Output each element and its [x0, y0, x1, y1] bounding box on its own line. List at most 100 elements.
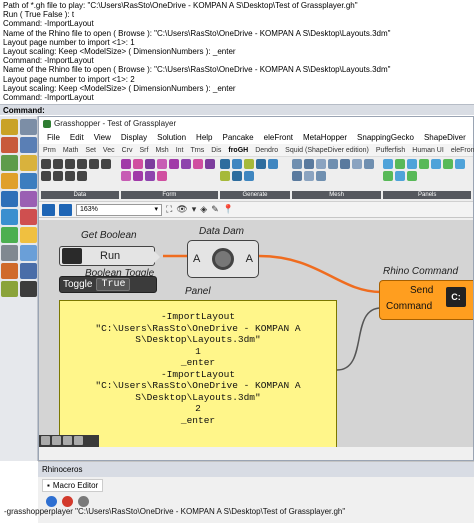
form-icon[interactable]	[144, 159, 155, 169]
arc-icon[interactable]	[20, 155, 37, 171]
menu-view[interactable]: View	[94, 133, 111, 142]
curve-icon[interactable]	[1, 137, 18, 153]
form-icon[interactable]	[180, 159, 191, 169]
menu-display[interactable]: Display	[121, 133, 147, 142]
xml-write-icon[interactable]	[41, 171, 51, 181]
json-parse-icon[interactable]	[65, 159, 75, 169]
panel-tool-icon[interactable]	[419, 159, 430, 169]
mesh-tool-icon[interactable]	[363, 159, 374, 169]
open-file-icon[interactable]	[42, 203, 55, 216]
run-macro-icon[interactable]	[46, 495, 57, 507]
text-icon[interactable]	[20, 227, 37, 243]
panel-tool-icon[interactable]	[383, 171, 394, 181]
menu-solution[interactable]: Solution	[157, 133, 186, 142]
stop-macro-icon[interactable]	[62, 495, 73, 507]
menu-snappinggecko[interactable]: SnappingGecko	[357, 133, 414, 142]
menu-file[interactable]: File	[47, 133, 60, 142]
mesh-icon[interactable]	[1, 227, 18, 243]
drafting-icon[interactable]	[20, 281, 37, 297]
panel-tool-icon[interactable]	[383, 159, 394, 169]
menu-metahopper[interactable]: MetaHopper	[303, 133, 347, 142]
mesh-tool-icon[interactable]	[315, 171, 326, 181]
sketch-icon[interactable]: ✎	[211, 204, 219, 215]
menu-pancake[interactable]: Pancake	[223, 133, 254, 142]
data-dam-input-port[interactable]: A	[193, 253, 200, 265]
generate-icon[interactable]	[268, 159, 279, 169]
form-icon[interactable]	[168, 159, 179, 169]
json-write-icon[interactable]	[77, 159, 87, 169]
mesh-tool-icon[interactable]	[303, 159, 314, 169]
mesh-tool-icon[interactable]	[291, 171, 302, 181]
generate-icon[interactable]	[244, 171, 255, 181]
form-icon[interactable]	[156, 159, 167, 169]
form-icon[interactable]	[132, 171, 143, 181]
polygon-icon[interactable]	[20, 173, 37, 189]
menu-elefront[interactable]: eleFront	[264, 133, 293, 142]
widget-icon[interactable]	[63, 436, 72, 445]
data-dam-output-port[interactable]: A	[246, 253, 253, 265]
xml-icon[interactable]	[53, 159, 63, 169]
send-input-port[interactable]: Send	[410, 285, 433, 296]
mesh-tool-icon[interactable]	[291, 159, 302, 169]
generate-icon[interactable]	[220, 171, 231, 181]
tab-squid[interactable]: Squid (ShapeDiver edition)	[285, 147, 369, 154]
form-icon[interactable]	[132, 159, 143, 169]
get-boolean-component[interactable]: Run	[59, 246, 160, 266]
generate-icon[interactable]	[232, 171, 243, 181]
solid-icon[interactable]	[20, 191, 37, 207]
rhino-command-component[interactable]: Send Command C:	[379, 280, 473, 320]
form-icon[interactable]	[156, 171, 167, 181]
box-icon[interactable]	[1, 209, 18, 225]
tab-math[interactable]: Math	[63, 147, 79, 154]
tab-srf[interactable]: Srf	[140, 147, 149, 154]
tab-trns[interactable]: Trns	[190, 147, 204, 154]
tab-dis[interactable]: Dis	[211, 147, 221, 154]
tab-pufferfish[interactable]: Pufferfish	[376, 147, 405, 154]
widget-icon[interactable]	[41, 436, 50, 445]
command-input-port[interactable]: Command	[386, 301, 432, 312]
panel-tool-icon[interactable]	[395, 171, 406, 181]
json-tree-icon[interactable]	[65, 171, 75, 181]
preview-mode-icon[interactable]: ▾	[192, 204, 197, 215]
widget-icon[interactable]	[52, 436, 61, 445]
wire-display-icon[interactable]: ◈	[200, 204, 207, 215]
data-dam-component[interactable]: A A	[187, 240, 259, 278]
json-icon[interactable]	[41, 159, 51, 169]
tab-dendro[interactable]: Dendro	[255, 147, 278, 154]
tab-elefront[interactable]: eleFront	[451, 147, 474, 154]
save-file-icon[interactable]	[59, 203, 72, 216]
polyline-icon[interactable]	[20, 137, 37, 153]
tab-vec[interactable]: Vec	[103, 147, 115, 154]
toggle-value[interactable]: True	[96, 278, 131, 291]
select-icon[interactable]	[1, 119, 18, 135]
text-panel[interactable]: -ImportLayout "C:\Users\RasSto\OneDrive …	[59, 300, 337, 447]
command-prompt[interactable]: Command:	[0, 104, 474, 115]
tab-human-ui[interactable]: Human UI	[412, 147, 444, 154]
mesh-tool-icon[interactable]	[315, 159, 326, 169]
widget-icon[interactable]	[74, 436, 83, 445]
mesh-tool-icon[interactable]	[339, 159, 350, 169]
menu-edit[interactable]: Edit	[70, 133, 84, 142]
render-icon[interactable]	[1, 281, 18, 297]
menu-help[interactable]: Help	[196, 133, 212, 142]
xml-query-icon[interactable]	[53, 171, 63, 181]
tab-msh[interactable]: Msh	[155, 147, 168, 154]
panel-tool-icon[interactable]	[431, 159, 442, 169]
sphere-icon[interactable]	[20, 209, 37, 225]
surface-icon[interactable]	[1, 191, 18, 207]
tab-set[interactable]: Set	[85, 147, 96, 154]
generate-icon[interactable]	[244, 159, 255, 169]
analyze-icon[interactable]	[20, 263, 37, 279]
form-icon[interactable]	[120, 159, 131, 169]
generate-icon[interactable]	[232, 159, 243, 169]
xml-tree-icon[interactable]	[77, 171, 87, 181]
tab-crv[interactable]: Crv	[122, 147, 133, 154]
dimension-icon[interactable]	[1, 245, 18, 261]
panel-tool-icon[interactable]	[407, 171, 418, 181]
boolean-toggle[interactable]: Toggle True	[59, 276, 157, 293]
zoom-extents-icon[interactable]: ⛶	[166, 204, 172, 215]
mesh-tool-icon[interactable]	[351, 159, 362, 169]
mesh-tool-icon[interactable]	[303, 171, 314, 181]
macro-editor-text[interactable]: -grasshopperplayer "C:\Users\RasSto\OneD…	[2, 506, 472, 517]
rectangle-icon[interactable]	[1, 173, 18, 189]
